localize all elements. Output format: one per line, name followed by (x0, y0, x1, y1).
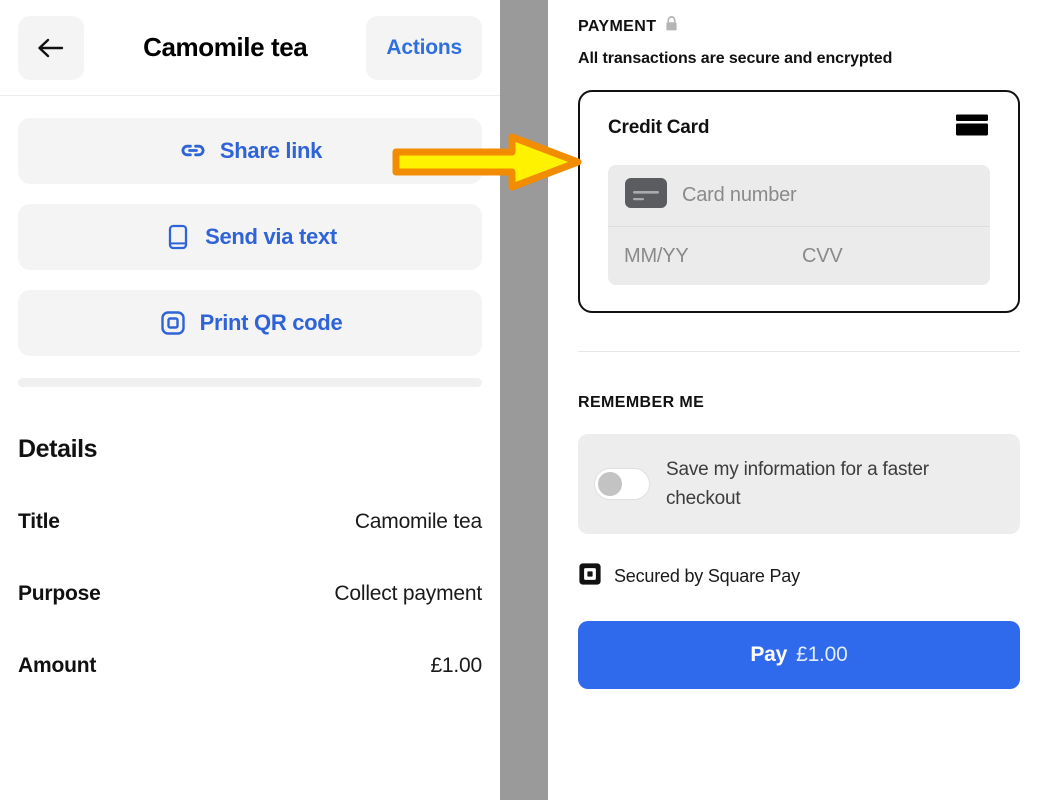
send-via-text-button[interactable]: Send via text (18, 204, 482, 270)
detail-label: Amount (18, 654, 97, 677)
right-checkout-pane: PAYMENT All transactions are secure and … (548, 0, 1050, 800)
detail-value: £1.00 (430, 654, 482, 677)
detail-value: Camomile tea (354, 510, 482, 533)
pay-button-amount: £1.00 (796, 643, 848, 666)
details-heading: Details (18, 435, 98, 463)
phone-icon (163, 222, 193, 252)
details-section: Details Title Camomile tea Purpose Colle… (0, 387, 500, 678)
secured-by-text: Secured by Square Pay (614, 566, 800, 586)
share-link-label: Share link (219, 138, 323, 163)
card-number-placeholder: Card number (682, 184, 797, 206)
link-icon (178, 136, 208, 166)
qr-code-icon (158, 308, 188, 338)
actions-button[interactable]: Actions (366, 15, 482, 80)
lock-icon (664, 15, 679, 38)
remember-me-box[interactable]: Save my information for a faster checkou… (578, 434, 1020, 534)
save-info-toggle[interactable] (594, 468, 650, 500)
app-header: Camomile tea Actions (0, 0, 500, 96)
print-qr-code-button[interactable]: Print QR code (18, 290, 482, 356)
toggle-knob (598, 472, 622, 496)
detail-row-amount: Amount £1.00 (18, 654, 482, 678)
back-button[interactable] (18, 15, 84, 80)
pay-button-label: Pay (750, 643, 788, 666)
detail-row-title: Title Camomile tea (18, 510, 482, 534)
pane-separator (500, 0, 548, 800)
payment-section-header: PAYMENT (578, 15, 1020, 38)
credit-card-title: Credit Card (608, 116, 710, 138)
share-actions-list: Share link Send via text Print QR code (0, 96, 500, 356)
pay-button[interactable]: Pay £1.00 (578, 621, 1020, 689)
detail-value: Collect payment (334, 582, 482, 605)
card-number-input[interactable]: Card number (608, 165, 990, 227)
card-expiry-cvv-row: MM/YY CVV (608, 227, 990, 285)
detail-row-purpose: Purpose Collect payment (18, 582, 482, 606)
detail-label: Purpose (18, 582, 101, 605)
square-logo-icon (578, 562, 602, 591)
credit-card-panel[interactable]: Credit Card Card number MM/YY CVV (578, 90, 1020, 313)
actions-button-label: Actions (386, 35, 462, 59)
card-expiry-input[interactable]: MM/YY (624, 245, 802, 268)
credit-card-panel-header: Credit Card (608, 112, 990, 143)
section-hairline (578, 351, 1020, 352)
share-link-button[interactable]: Share link (18, 118, 482, 184)
remember-me-title: REMEMBER ME (578, 394, 705, 411)
secured-by-row: Secured by Square Pay (578, 562, 1020, 591)
section-divider (18, 378, 482, 387)
left-app-pane: Camomile tea Actions Share link Send via… (0, 0, 500, 800)
payment-section-title: PAYMENT (578, 17, 657, 35)
send-via-text-label: Send via text (205, 224, 337, 249)
arrow-left-icon (36, 36, 66, 60)
credit-card-icon (624, 177, 668, 214)
card-cvv-input[interactable]: CVV (802, 245, 843, 268)
secure-note: All transactions are secure and encrypte… (578, 50, 893, 67)
page-title: Camomile tea (143, 32, 308, 62)
card-fields-group: Card number MM/YY CVV (608, 165, 990, 285)
detail-label: Title (18, 510, 60, 533)
save-info-label: Save my information for a faster checkou… (666, 458, 929, 509)
print-qr-code-label: Print QR code (199, 310, 343, 335)
credit-card-icon (954, 112, 990, 143)
screen-root: Camomile tea Actions Share link Send via… (0, 0, 1050, 800)
